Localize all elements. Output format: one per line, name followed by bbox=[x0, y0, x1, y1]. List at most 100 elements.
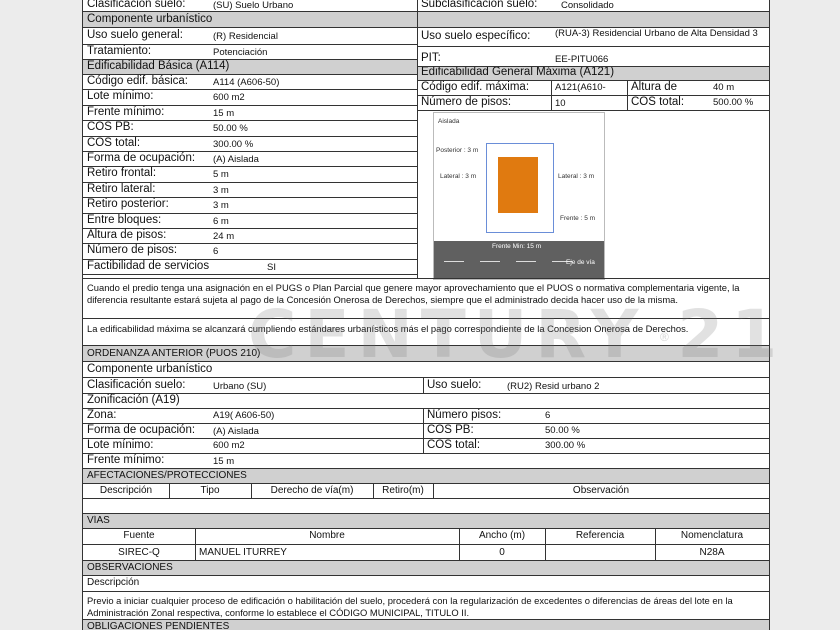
divider bbox=[251, 483, 252, 498]
divider bbox=[83, 528, 769, 529]
pending-obligations-header-text: OBLIGACIONES PENDIENTES bbox=[87, 621, 230, 630]
divider bbox=[417, 110, 769, 111]
max-height-label: Altura de bbox=[631, 81, 678, 93]
roads-column-header: Nomenclatura bbox=[680, 530, 744, 541]
divider bbox=[83, 408, 769, 409]
divider bbox=[417, 66, 769, 67]
classification-value: (SU) Suelo Urbano bbox=[213, 0, 294, 11]
rear-setback-label: Posterior : 3 m bbox=[436, 147, 479, 154]
prev-floors-value: 6 bbox=[545, 410, 551, 421]
affectations-column-header: Observación bbox=[572, 485, 630, 496]
prev-frontage-value: 15 m bbox=[213, 456, 235, 467]
basic-row-label: Factibilidad de servicios bbox=[87, 259, 210, 272]
treatment-label: Tratamiento: bbox=[87, 45, 152, 57]
zone-label: Zona: bbox=[87, 409, 117, 421]
roads-cell: 0 bbox=[499, 547, 505, 558]
divider bbox=[423, 377, 424, 393]
basic-row-value: 50.00 % bbox=[213, 123, 248, 135]
affectations-column-header: Retiro(m) bbox=[382, 485, 424, 496]
treatment-value: Potenciación bbox=[213, 47, 268, 58]
basic-row-label: Retiro posterior: bbox=[87, 198, 169, 211]
roads-column-header: Fuente bbox=[123, 530, 155, 541]
divider bbox=[83, 438, 769, 439]
zoning-label: Zonificación (A19) bbox=[87, 394, 180, 406]
pit-label: PIT: bbox=[421, 52, 441, 64]
divider bbox=[83, 393, 769, 394]
divider bbox=[627, 80, 628, 110]
prev-occupation-label: Forma de ocupación: bbox=[87, 424, 196, 436]
divider bbox=[83, 453, 769, 454]
right-setback-label: Lateral : 3 m bbox=[558, 173, 595, 180]
basic-row-value: 6 bbox=[213, 246, 219, 258]
max-height-value: 40 m bbox=[713, 82, 735, 93]
divider bbox=[433, 483, 434, 498]
prev-component-label: Componente urbanístico bbox=[87, 363, 213, 375]
basic-row-label: Altura de pisos: bbox=[87, 229, 167, 241]
subclassification-label: Subclasificación suelo: bbox=[421, 0, 538, 10]
roads-header-text: VÍAS bbox=[87, 515, 110, 526]
prev-use-value: (RU2) Resid urbano 2 bbox=[507, 381, 600, 392]
basic-row-label: Retiro frontal: bbox=[87, 167, 157, 180]
affectations-column-header: Tipo bbox=[200, 485, 220, 496]
lane-mark bbox=[516, 261, 536, 262]
max-cos-value: 500.00 % bbox=[713, 97, 754, 108]
affectations-column-header: Descripción bbox=[99, 485, 153, 496]
basic-row-value: 6 m bbox=[213, 215, 229, 227]
road-axis-label: Eje de vía bbox=[566, 259, 595, 266]
basic-row-value: 600 m2 bbox=[213, 92, 245, 104]
classification-label: Clasificación suelo: bbox=[87, 0, 186, 10]
max-cos-label: COS total: bbox=[631, 96, 685, 108]
roads-cell: SIREC-Q bbox=[118, 547, 160, 558]
treatment-row: Tratamiento: Potenciación PIT: EE-PITU06… bbox=[83, 44, 769, 65]
basic-row-label: Retiro lateral: bbox=[87, 182, 156, 195]
basic-row-value: 300.00 % bbox=[213, 138, 254, 150]
previous-ordinance-header-text: ORDENANZA ANTERIOR (PUOS 210) bbox=[87, 348, 261, 359]
observations-description-label: Descripción bbox=[87, 577, 140, 588]
divider bbox=[417, 0, 418, 278]
basic-row-value: 3 m bbox=[213, 200, 229, 212]
divider bbox=[423, 408, 424, 454]
prev-occupation-value: (A) Aislada bbox=[213, 426, 259, 437]
classification-row: Clasificación suelo: (SU) Suelo Urbano S… bbox=[83, 0, 769, 12]
affectations-column-header: Derecho de vía(m) bbox=[270, 485, 354, 496]
divider bbox=[83, 377, 769, 378]
basic-row-value: 5 m bbox=[213, 169, 229, 181]
occupation-diagram: Aislada Posterior : 3 m Lateral : 3 m La… bbox=[433, 112, 605, 280]
divider bbox=[83, 278, 769, 279]
basic-row-value: A114 (A606-50) bbox=[213, 77, 280, 88]
watermark-logo: CENTURY 21 bbox=[248, 296, 786, 373]
prev-costotal-label: COS total: bbox=[427, 439, 481, 451]
roads-cell: N28A bbox=[699, 547, 725, 558]
prev-classification-value: Urbano (SU) bbox=[213, 381, 267, 392]
subclassification-value: Consolidado bbox=[561, 0, 614, 11]
affectations-header: AFECTACIONES/PROTECCIONES bbox=[83, 469, 769, 483]
general-use-label: Uso suelo general: bbox=[87, 29, 183, 41]
max-buildability-header-text: Edificabilidad General Máxima (A121) bbox=[421, 66, 615, 78]
divider bbox=[373, 483, 374, 498]
basic-buildability-header-text: Edificabilidad Básica (A114) bbox=[87, 60, 230, 72]
zone-value: A19( A606-50) bbox=[213, 410, 275, 421]
basic-row-label: Código edif. básica: bbox=[87, 75, 189, 87]
front-setback-label: Frente : 5 m bbox=[560, 215, 596, 222]
building-footprint bbox=[498, 157, 538, 213]
specific-use-value: (RUA-3) Residencial Urbano de Alta Densi… bbox=[555, 28, 758, 39]
lane-mark bbox=[480, 261, 500, 262]
observations-text: Previo a iniciar cualquier proceso de ed… bbox=[87, 595, 733, 618]
divider bbox=[169, 483, 170, 498]
general-use-value: (R) Residencial bbox=[213, 31, 278, 42]
max-floors-label: Número de pisos: bbox=[421, 96, 512, 108]
roads-column-header: Referencia bbox=[575, 530, 625, 541]
basic-row-label: COS PB: bbox=[87, 121, 134, 134]
prev-floors-label: Número pisos: bbox=[427, 409, 502, 421]
divider bbox=[551, 80, 552, 110]
component-header-text: Componente urbanístico bbox=[87, 13, 213, 25]
pending-obligations-header: OBLIGACIONES PENDIENTES bbox=[83, 620, 769, 630]
divider bbox=[83, 498, 769, 499]
prev-use-label: Uso suelo: bbox=[427, 379, 482, 391]
divider bbox=[83, 591, 769, 592]
basic-row-label: Número de pisos: bbox=[87, 244, 178, 257]
basic-row-value: 3 m bbox=[213, 184, 229, 196]
divider bbox=[83, 274, 417, 276]
roads-header: VÍAS bbox=[83, 514, 769, 528]
divider bbox=[83, 575, 769, 576]
